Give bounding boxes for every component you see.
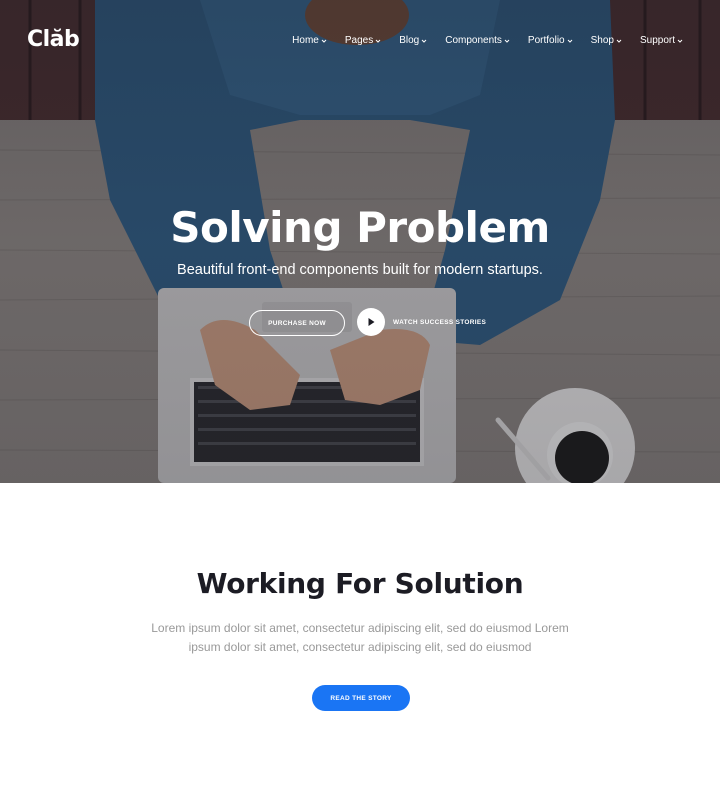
navbar: Clăb Home Pages Blog Components Portfoli… <box>0 0 720 84</box>
watch-stories-label: WATCH SUCCESS STORIES <box>393 318 487 326</box>
section-title: Working For Solution <box>196 567 524 600</box>
chevron-down-icon <box>677 38 683 44</box>
nav-item-label: Pages <box>344 35 374 46</box>
play-icon[interactable] <box>357 308 385 336</box>
nav-item-support[interactable]: Support <box>640 35 683 46</box>
nav-item-label: Support <box>639 35 675 46</box>
logo[interactable]: Clăb <box>27 27 80 52</box>
purchase-now-button[interactable]: PURCHASE NOW <box>249 310 345 336</box>
chevron-down-icon <box>421 38 427 44</box>
read-story-button[interactable]: READ THE STORY <box>312 685 410 711</box>
chevron-down-icon <box>321 38 327 44</box>
hero-title: Solving Problem <box>170 203 550 252</box>
nav-item-components[interactable]: Components <box>445 35 510 46</box>
chevron-down-icon <box>616 38 622 44</box>
nav-menu: Home Pages Blog Components Portfolio Sho… <box>292 35 683 46</box>
nav-item-label: Shop <box>590 35 614 46</box>
nav-item-label: Blog <box>399 35 420 46</box>
watch-stories-button[interactable]: WATCH SUCCESS STORIES <box>357 308 486 336</box>
chevron-down-icon <box>504 38 510 44</box>
chevron-down-icon <box>375 38 381 44</box>
nav-item-portfolio[interactable]: Portfolio <box>528 35 573 46</box>
hero-subtitle: Beautiful front-end components built for… <box>177 262 543 278</box>
nav-item-label: Components <box>445 35 502 46</box>
nav-item-label: Home <box>292 35 319 46</box>
nav-item-pages[interactable]: Pages <box>345 35 381 46</box>
nav-item-blog[interactable]: Blog <box>399 35 427 46</box>
nav-item-label: Portfolio <box>527 35 565 46</box>
section-description: Lorem ipsum dolor sit amet, consectetur … <box>151 621 569 654</box>
nav-item-shop[interactable]: Shop <box>591 35 622 46</box>
nav-item-home[interactable]: Home <box>292 35 327 46</box>
hero-section: Clăb Home Pages Blog Components Portfoli… <box>0 0 720 483</box>
chevron-down-icon <box>567 38 573 44</box>
